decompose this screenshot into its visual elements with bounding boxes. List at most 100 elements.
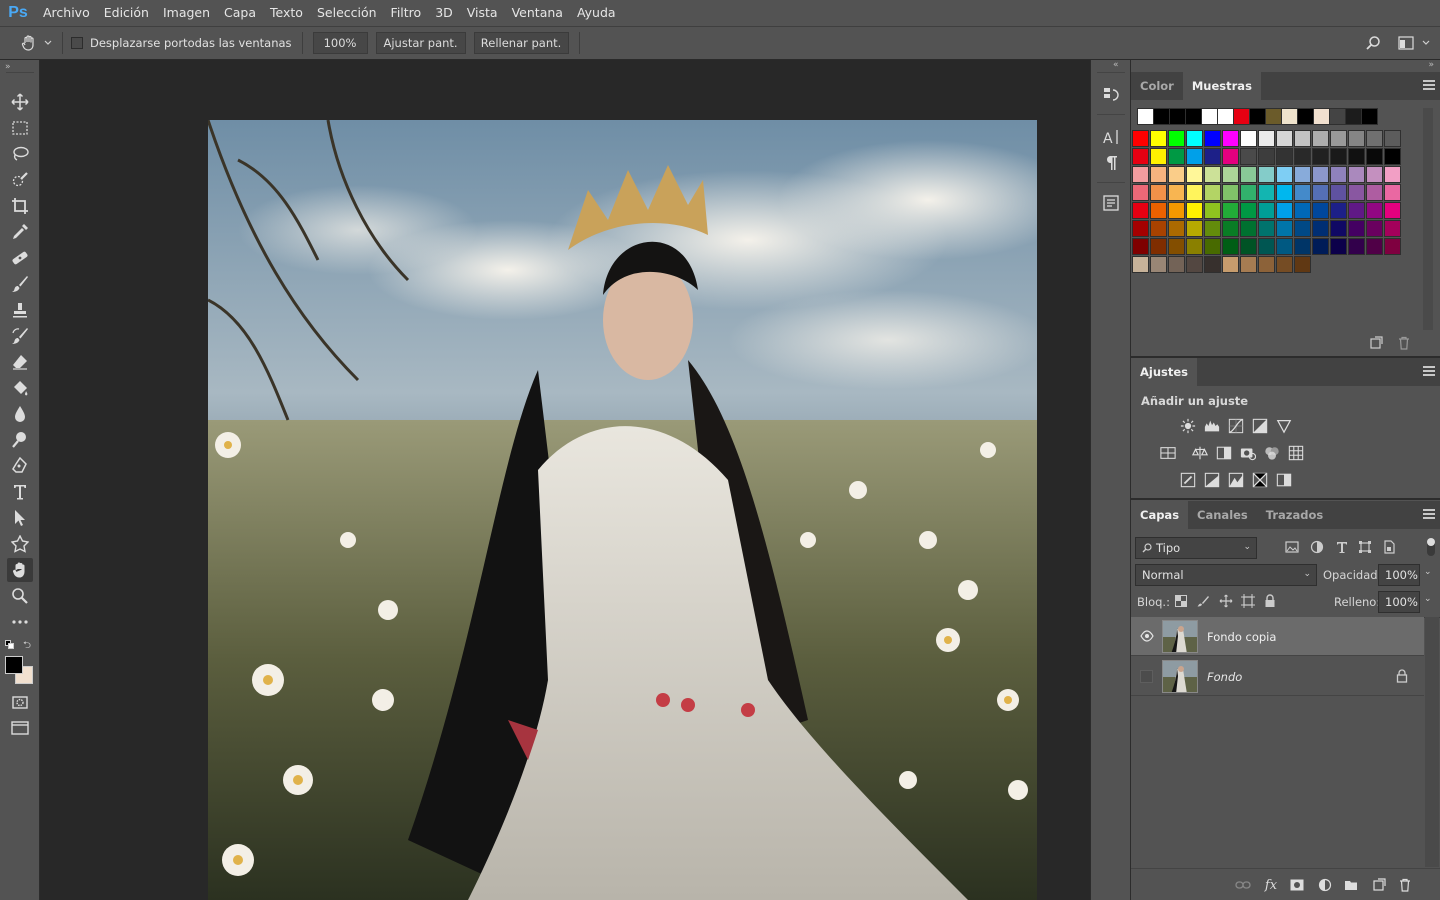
panel-menu-icon[interactable] <box>1423 366 1435 376</box>
color-swatch[interactable] <box>1330 166 1347 183</box>
color-swatch[interactable] <box>1366 130 1383 147</box>
color-swatch[interactable] <box>1294 130 1311 147</box>
clone-stamp-tool[interactable] <box>7 298 33 322</box>
color-swatch[interactable] <box>1222 166 1239 183</box>
color-swatch[interactable] <box>1150 148 1167 165</box>
color-swatch[interactable] <box>1240 130 1257 147</box>
color-swatch[interactable] <box>1240 202 1257 219</box>
color-swatch[interactable] <box>1222 184 1239 201</box>
color-swatch[interactable] <box>1384 184 1401 201</box>
color-swatch[interactable] <box>1240 256 1257 273</box>
properties-panel-icon[interactable] <box>1099 192 1123 214</box>
lasso-tool[interactable] <box>7 142 33 166</box>
filter-pixel-icon[interactable] <box>1285 540 1299 557</box>
brightness-contrast-icon[interactable] <box>1179 417 1197 435</box>
marquee-tool[interactable] <box>7 116 33 140</box>
menu-archivo[interactable]: Archivo <box>36 0 97 26</box>
color-swatch[interactable] <box>1204 166 1221 183</box>
color-swatch[interactable] <box>1132 166 1149 183</box>
color-swatch[interactable] <box>1186 166 1203 183</box>
color-swatch[interactable] <box>1276 256 1293 273</box>
tab-muestras[interactable]: Muestras <box>1182 72 1261 100</box>
color-swatch[interactable] <box>1366 220 1383 237</box>
panel-menu-icon[interactable] <box>1423 80 1435 90</box>
lock-transparent-icon[interactable] <box>1175 595 1187 610</box>
color-swatch[interactable] <box>1240 166 1257 183</box>
workspace-switcher[interactable] <box>1398 36 1430 50</box>
lock-pixels-icon[interactable] <box>1197 595 1209 610</box>
threshold-icon[interactable] <box>1227 471 1245 489</box>
color-swatch[interactable] <box>1150 166 1167 183</box>
color-swatch[interactable] <box>1168 130 1185 147</box>
color-swatch[interactable] <box>1384 130 1401 147</box>
color-swatch[interactable] <box>1222 148 1239 165</box>
history-brush-tool[interactable] <box>7 324 33 348</box>
new-group-icon[interactable] <box>1341 875 1361 895</box>
color-swatch[interactable] <box>1312 130 1329 147</box>
color-swatch[interactable] <box>1132 220 1149 237</box>
foreground-color-swatch[interactable] <box>5 656 23 674</box>
fx-icon[interactable]: fx <box>1261 875 1281 895</box>
color-swatch[interactable] <box>1186 238 1203 255</box>
color-swatch[interactable] <box>1312 166 1329 183</box>
path-select-tool[interactable] <box>7 506 33 530</box>
blur-tool[interactable] <box>7 402 33 426</box>
color-swatch[interactable] <box>1132 130 1149 147</box>
recent-swatch[interactable] <box>1185 108 1202 125</box>
photo-filter-icon[interactable] <box>1239 444 1257 462</box>
color-swatch[interactable] <box>1348 166 1365 183</box>
invert-icon[interactable] <box>1179 471 1197 489</box>
opacity-chevron-icon[interactable]: ⌄ <box>1424 567 1432 577</box>
color-swatch[interactable] <box>1312 238 1329 255</box>
tab-canales[interactable]: Canales <box>1188 501 1257 529</box>
color-swatch[interactable] <box>1168 184 1185 201</box>
color-swatch[interactable] <box>1150 238 1167 255</box>
color-swatch[interactable] <box>1276 220 1293 237</box>
quick-mask-icon[interactable] <box>7 690 33 714</box>
color-lookup-icon[interactable] <box>1287 444 1305 462</box>
new-layer-icon[interactable] <box>1369 875 1389 895</box>
color-swatch[interactable] <box>1294 220 1311 237</box>
color-swatch[interactable] <box>1204 130 1221 147</box>
link-layers-icon[interactable] <box>1233 875 1253 895</box>
color-swatch[interactable] <box>1186 220 1203 237</box>
swatches-scrollbar[interactable] <box>1423 108 1433 330</box>
color-swatch[interactable] <box>1204 184 1221 201</box>
color-swatch[interactable] <box>1240 148 1257 165</box>
color-swatch[interactable] <box>1366 166 1383 183</box>
delete-swatch-button[interactable] <box>1397 336 1411 353</box>
fit-screen-button[interactable]: Ajustar pant. <box>375 32 466 54</box>
color-swatch[interactable] <box>1240 184 1257 201</box>
color-swatch[interactable] <box>1150 184 1167 201</box>
recent-swatch[interactable] <box>1329 108 1346 125</box>
filter-adjustment-icon[interactable] <box>1310 540 1324 557</box>
color-swatch[interactable] <box>1186 184 1203 201</box>
recent-swatch[interactable] <box>1201 108 1218 125</box>
visibility-eye-icon[interactable] <box>1140 630 1154 645</box>
type-tool[interactable] <box>7 480 33 504</box>
color-swatch[interactable] <box>1276 148 1293 165</box>
color-swatch[interactable] <box>1186 130 1203 147</box>
trash-icon[interactable] <box>1395 875 1415 895</box>
color-swatch[interactable] <box>1312 148 1329 165</box>
color-swatch[interactable] <box>1366 184 1383 201</box>
color-swatch[interactable] <box>1168 238 1185 255</box>
collapse-toolbar-icon[interactable]: » <box>5 62 10 72</box>
more-tools-icon[interactable] <box>7 610 33 634</box>
color-swatch[interactable] <box>1168 256 1185 273</box>
character-panel-icon[interactable]: A <box>1099 126 1123 148</box>
color-swatch[interactable] <box>1132 238 1149 255</box>
selective-color-icon[interactable] <box>1251 471 1269 489</box>
black-white-icon[interactable] <box>1215 444 1233 462</box>
quick-select-tool[interactable] <box>7 168 33 192</box>
tab-capas[interactable]: Capas <box>1131 501 1189 529</box>
color-swatch[interactable] <box>1222 220 1239 237</box>
dodge-tool[interactable] <box>7 428 33 452</box>
color-swatch[interactable] <box>1150 256 1167 273</box>
color-swatch[interactable] <box>1258 202 1275 219</box>
color-swatch[interactable] <box>1222 256 1239 273</box>
color-balance-icon[interactable] <box>1191 444 1209 462</box>
fill-chevron-icon[interactable]: ⌄ <box>1424 594 1432 604</box>
history-panel-icon[interactable] <box>1099 84 1123 106</box>
add-mask-icon[interactable] <box>1287 875 1307 895</box>
